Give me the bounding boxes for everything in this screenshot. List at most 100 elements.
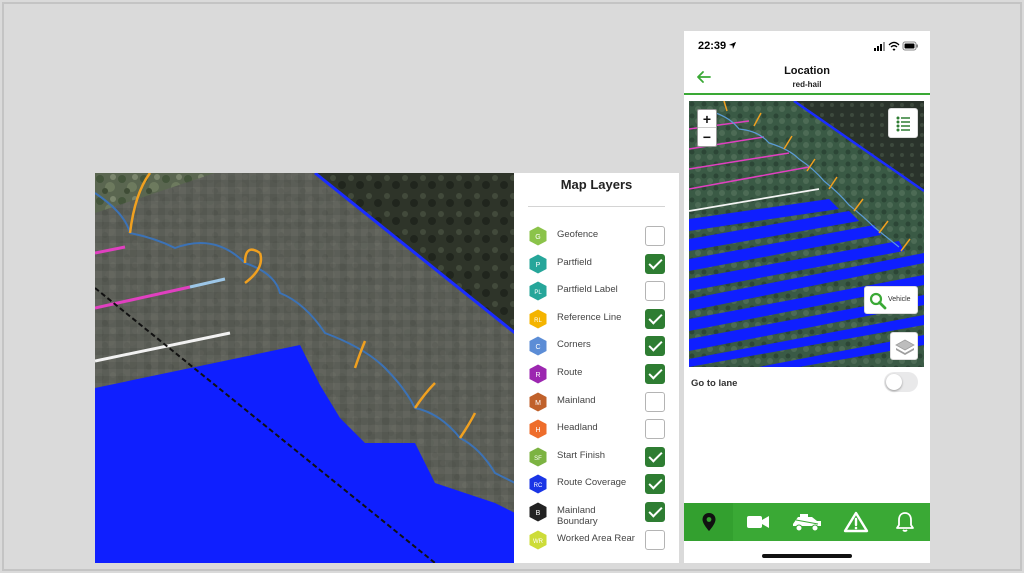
field-map-zoomed[interactable]	[95, 173, 515, 563]
layer-hex-icon: PL	[528, 281, 548, 301]
layer-checkbox[interactable]	[645, 391, 665, 412]
video-camera-icon	[746, 516, 769, 528]
status-bar: 22:39	[684, 31, 930, 61]
page-subtitle: red-hail	[792, 80, 822, 89]
toggle-knob	[886, 374, 902, 390]
layer-label: Worked Area Rear	[557, 532, 635, 544]
layer-label: Route Coverage	[557, 477, 627, 489]
layers-divider	[528, 206, 665, 207]
tab-notifications[interactable]	[880, 503, 929, 541]
layer-label: Partfield Label	[557, 284, 618, 296]
layer-checkbox[interactable]	[645, 419, 665, 440]
layer-row[interactable]: C Corners	[528, 334, 668, 358]
map-layers-button[interactable]	[890, 332, 918, 360]
layer-label: Geofence	[557, 229, 599, 240]
layer-abbr: R	[535, 372, 540, 379]
tab-alerts[interactable]	[831, 503, 880, 541]
layer-hex-icon: RC	[528, 474, 548, 494]
layer-abbr: SF	[534, 456, 542, 462]
layer-abbr: WR	[533, 539, 544, 545]
layer-label: Mainland	[557, 394, 596, 406]
bottom-tab-bar	[684, 503, 930, 541]
layer-hex-icon: R	[528, 364, 548, 384]
layer-label: Partfield	[557, 256, 592, 268]
wifi-icon	[888, 41, 900, 51]
map-pin-icon	[702, 513, 715, 531]
layer-hex-icon: G	[528, 226, 548, 246]
layers-stack-icon	[895, 339, 915, 355]
layer-hex-icon: WR	[528, 530, 548, 550]
layer-checkbox[interactable]	[645, 502, 665, 522]
layer-row[interactable]: M Mainland	[528, 390, 668, 414]
layer-hex-icon: RL	[528, 309, 548, 329]
layer-row[interactable]: P Partfield	[528, 252, 668, 276]
layer-abbr: RL	[534, 318, 542, 324]
legend-list-icon	[896, 116, 910, 132]
layer-row[interactable]: B Mainland Boundary	[528, 500, 668, 527]
layer-abbr: B	[536, 510, 541, 517]
layer-abbr: RC	[534, 483, 543, 489]
layer-label: Mainland Boundary	[557, 505, 598, 527]
tab-vehicle[interactable]	[782, 503, 831, 541]
layer-checkbox[interactable]	[645, 529, 665, 550]
warning-icon	[843, 511, 868, 533]
layer-checkbox[interactable]	[645, 446, 665, 467]
layer-abbr: PL	[534, 290, 542, 296]
layer-row[interactable]: RC Route Coverage	[528, 472, 668, 496]
layer-abbr: P	[536, 262, 541, 269]
layer-checkbox[interactable]	[645, 281, 665, 302]
layer-row[interactable]: H Headland	[528, 417, 668, 441]
layers-panel-title: Map Layers	[560, 177, 633, 192]
battery-icon	[902, 41, 918, 51]
layer-checkbox[interactable]	[645, 253, 665, 274]
vehicle-label: Vehicle	[888, 296, 911, 303]
layer-row[interactable]: PL Partfield Label	[528, 279, 668, 303]
location-arrow-icon	[728, 41, 737, 50]
go-to-lane-label: Go to lane	[691, 378, 738, 389]
find-vehicle-button[interactable]: Vehicle	[864, 286, 918, 314]
status-icons	[874, 41, 918, 51]
layer-row[interactable]: G Geofence	[528, 224, 668, 248]
layer-row[interactable]: RL Reference Line	[528, 307, 668, 331]
phone-screen: 22:39 Location red-hail + − Vehicle Go t…	[684, 31, 930, 563]
layer-hex-icon: H	[528, 419, 548, 439]
layer-label: Start Finish	[557, 449, 606, 461]
layer-checkbox[interactable]	[645, 336, 665, 357]
layer-hex-icon: M	[528, 392, 548, 412]
layer-hex-icon: B	[528, 502, 548, 522]
go-to-lane-toggle[interactable]	[884, 372, 918, 392]
home-indicator	[762, 554, 852, 558]
layer-row[interactable]: WR Worked Area Rear	[528, 528, 668, 552]
layer-hex-icon: P	[528, 254, 548, 274]
zoom-control: + −	[697, 109, 717, 147]
layer-abbr: H	[535, 427, 540, 434]
map-layers-panel: Map Layers G Geofence P Partfield PL Partfiel…	[514, 173, 679, 563]
nav-header: Location red-hail	[684, 61, 930, 95]
layer-abbr: M	[535, 400, 541, 407]
layer-checkbox[interactable]	[645, 474, 665, 495]
layer-label: Reference Line	[557, 311, 622, 323]
bell-icon	[895, 512, 914, 532]
layer-hex-icon: C	[528, 336, 548, 356]
layer-label: Route	[557, 367, 583, 378]
layer-hex-icon: SF	[528, 447, 548, 467]
status-time: 22:39	[698, 40, 727, 52]
layer-row[interactable]: SF Start Finish	[528, 445, 668, 469]
zoom-out-button[interactable]: −	[698, 128, 716, 146]
layer-row[interactable]: R Route	[528, 362, 668, 386]
tab-location[interactable]	[684, 503, 733, 541]
layer-checkbox[interactable]	[645, 308, 665, 329]
tab-camera[interactable]	[733, 503, 782, 541]
layer-checkbox[interactable]	[645, 364, 665, 384]
page-title: Location	[784, 65, 830, 77]
layer-abbr: C	[535, 344, 540, 351]
layer-label: Headland	[557, 422, 598, 434]
layer-abbr: G	[535, 234, 540, 241]
search-icon	[869, 292, 887, 310]
signal-icon	[874, 42, 885, 51]
legend-button[interactable]	[888, 108, 918, 138]
location-map[interactable]: + − Vehicle	[689, 101, 924, 367]
layer-checkbox[interactable]	[645, 226, 665, 246]
zoom-in-button[interactable]: +	[698, 110, 716, 128]
layer-label: Corners	[557, 339, 591, 351]
